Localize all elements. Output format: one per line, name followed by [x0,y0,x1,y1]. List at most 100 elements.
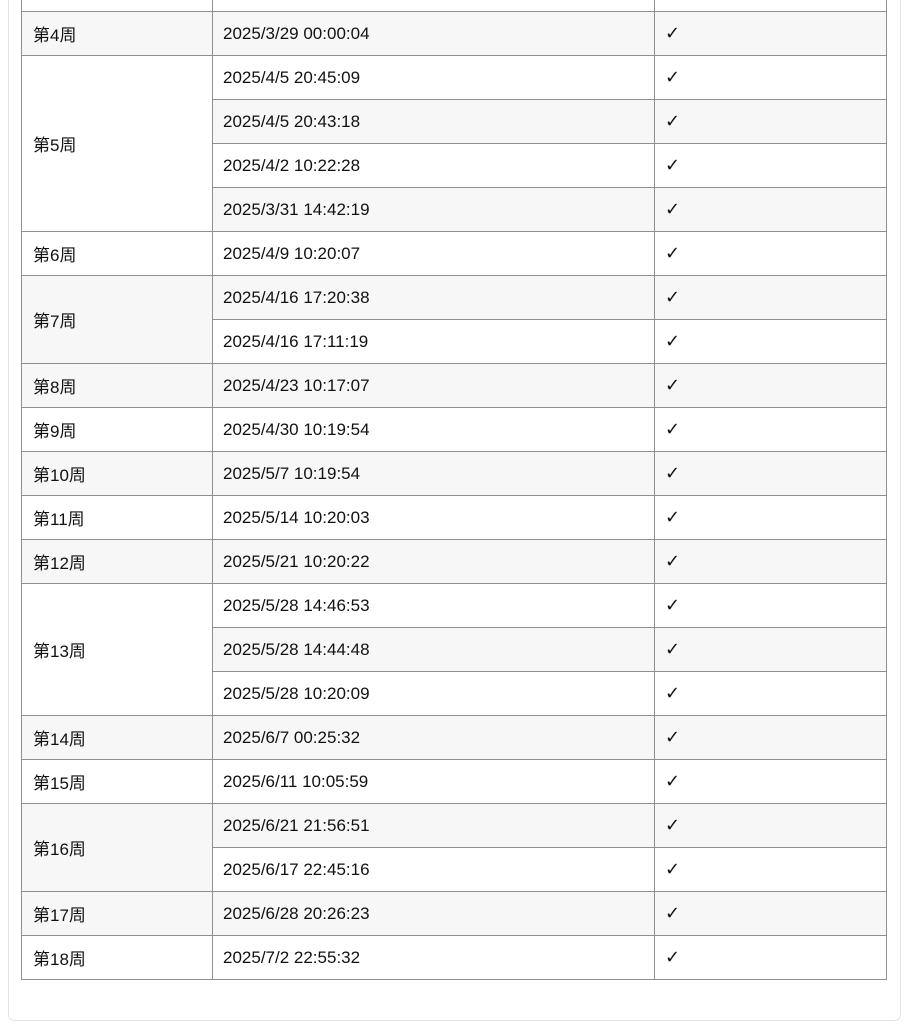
week-label-cell: 第9周 [21,407,213,452]
table-row [21,0,887,12]
check-icon: ✓ [665,771,681,791]
check-mark-cell: ✓ [654,55,887,100]
week-label-cell: 第7周 [21,275,213,364]
check-mark-cell: ✓ [654,627,887,672]
week-label-cell: 第4周 [21,11,213,56]
week-label-cell: 第18周 [21,935,213,980]
check-mark-cell: ✓ [654,275,887,320]
week-label-cell: 第13周 [21,583,213,716]
check-mark-cell: ✓ [654,671,887,716]
check-mark-cell: ✓ [654,891,887,936]
checkin-time-cell: 2025/4/16 17:11:19 [212,319,655,364]
check-mark-cell: ✓ [654,319,887,364]
week-label-cell: 第5周 [21,55,213,232]
table-row: 第17周 2025/6/28 20:26:23 ✓ [21,891,887,936]
table-row: 第4周 2025/3/29 00:00:04 ✓ [21,11,887,56]
check-icon: ✓ [665,947,681,967]
checkin-time-cell: 2025/3/31 14:42:19 [212,187,655,232]
checkin-table-body: 第4周 2025/3/29 00:00:04 ✓ 第5周 2025/4/5 20:45:… [21,0,887,980]
table-row: 第16周 2025/6/21 21:56:51 ✓ [21,803,887,892]
table-row: 第7周 2025/4/16 17:20:38 ✓ [21,275,887,364]
check-mark-cell: ✓ [654,407,887,452]
check-mark-cell: ✓ [654,451,887,496]
check-icon: ✓ [665,683,681,703]
check-mark-cell: ✓ [654,187,887,232]
table-row: 第9周 2025/4/30 10:19:54 ✓ [21,407,887,452]
check-mark-cell: ✓ [654,143,887,188]
check-icon: ✓ [665,155,681,175]
check-icon: ✓ [665,903,681,923]
table-row: 第8周 2025/4/23 10:17:07 ✓ [21,363,887,408]
check-icon: ✓ [665,507,681,527]
week-label-cell: 第16周 [21,803,213,892]
checkin-time-cell: 2025/5/28 10:20:09 [212,671,655,716]
week-label-cell: 第10周 [21,451,213,496]
check-icon: ✓ [665,639,681,659]
check-mark-cell: ✓ [654,99,887,144]
check-icon: ✓ [665,463,681,483]
check-mark-cell: ✓ [654,583,887,628]
check-icon: ✓ [665,199,681,219]
check-mark-cell: ✓ [654,539,887,584]
checkin-time-cell [212,0,655,12]
check-icon: ✓ [665,551,681,571]
check-icon: ✓ [665,331,681,351]
check-icon: ✓ [665,287,681,307]
check-mark-cell: ✓ [654,715,887,760]
checkin-time-cell: 2025/4/23 10:17:07 [212,363,655,408]
checkin-time-cell: 2025/5/14 10:20:03 [212,495,655,540]
week-label-cell: 第17周 [21,891,213,936]
checkin-time-cell: 2025/4/30 10:19:54 [212,407,655,452]
check-mark-cell: ✓ [654,11,887,56]
table-row: 第12周 2025/5/21 10:20:22 ✓ [21,539,887,584]
check-mark-cell: ✓ [654,231,887,276]
week-label-cell: 第14周 [21,715,213,760]
checkin-time-cell: 2025/4/5 20:43:18 [212,99,655,144]
check-icon: ✓ [665,859,681,879]
table-row: 第15周 2025/6/11 10:05:59 ✓ [21,759,887,804]
check-icon: ✓ [665,419,681,439]
week-label-cell: 第12周 [21,539,213,584]
check-mark-cell [654,0,887,12]
table-row: 第5周 2025/4/5 20:45:09 ✓ [21,55,887,232]
checkin-time-cell: 2025/4/5 20:45:09 [212,55,655,100]
checkin-time-cell: 2025/5/28 14:44:48 [212,627,655,672]
checkin-time-cell: 2025/6/7 00:25:32 [212,715,655,760]
check-icon: ✓ [665,111,681,131]
checkin-table: 第4周 2025/3/29 00:00:04 ✓ 第5周 2025/4/5 20:45:… [21,0,887,980]
week-label-cell: 第6周 [21,231,213,276]
checkin-time-cell: 2025/6/11 10:05:59 [212,759,655,804]
week-label-cell: 第15周 [21,759,213,804]
check-mark-cell: ✓ [654,847,887,892]
check-icon: ✓ [665,595,681,615]
week-label-cell: 第8周 [21,363,213,408]
check-icon: ✓ [665,375,681,395]
checkin-time-cell: 2025/5/28 14:46:53 [212,583,655,628]
checkin-time-cell: 2025/4/9 10:20:07 [212,231,655,276]
checkin-time-cell: 2025/4/16 17:20:38 [212,275,655,320]
check-mark-cell: ✓ [654,759,887,804]
checkin-time-cell: 2025/6/21 21:56:51 [212,803,655,848]
check-mark-cell: ✓ [654,803,887,848]
check-mark-cell: ✓ [654,495,887,540]
checkin-time-cell: 2025/6/17 22:45:16 [212,847,655,892]
table-row: 第11周 2025/5/14 10:20:03 ✓ [21,495,887,540]
checkin-time-cell: 2025/5/7 10:19:54 [212,451,655,496]
table-row: 第10周 2025/5/7 10:19:54 ✓ [21,451,887,496]
table-row: 第14周 2025/6/7 00:25:32 ✓ [21,715,887,760]
checkin-time-cell: 2025/6/28 20:26:23 [212,891,655,936]
checkin-time-cell: 2025/7/2 22:55:32 [212,935,655,980]
check-mark-cell: ✓ [654,935,887,980]
table-row: 第18周 2025/7/2 22:55:32 ✓ [21,935,887,980]
check-icon: ✓ [665,23,681,43]
table-row: 第6周 2025/4/9 10:20:07 ✓ [21,231,887,276]
check-icon: ✓ [665,67,681,87]
checkin-time-cell: 2025/4/2 10:22:28 [212,143,655,188]
week-label-cell [21,0,213,12]
checkin-time-cell: 2025/3/29 00:00:04 [212,11,655,56]
checkin-time-cell: 2025/5/21 10:20:22 [212,539,655,584]
week-label-cell: 第11周 [21,495,213,540]
table-row: 第13周 2025/5/28 14:46:53 ✓ [21,583,887,716]
check-icon: ✓ [665,815,681,835]
check-icon: ✓ [665,727,681,747]
